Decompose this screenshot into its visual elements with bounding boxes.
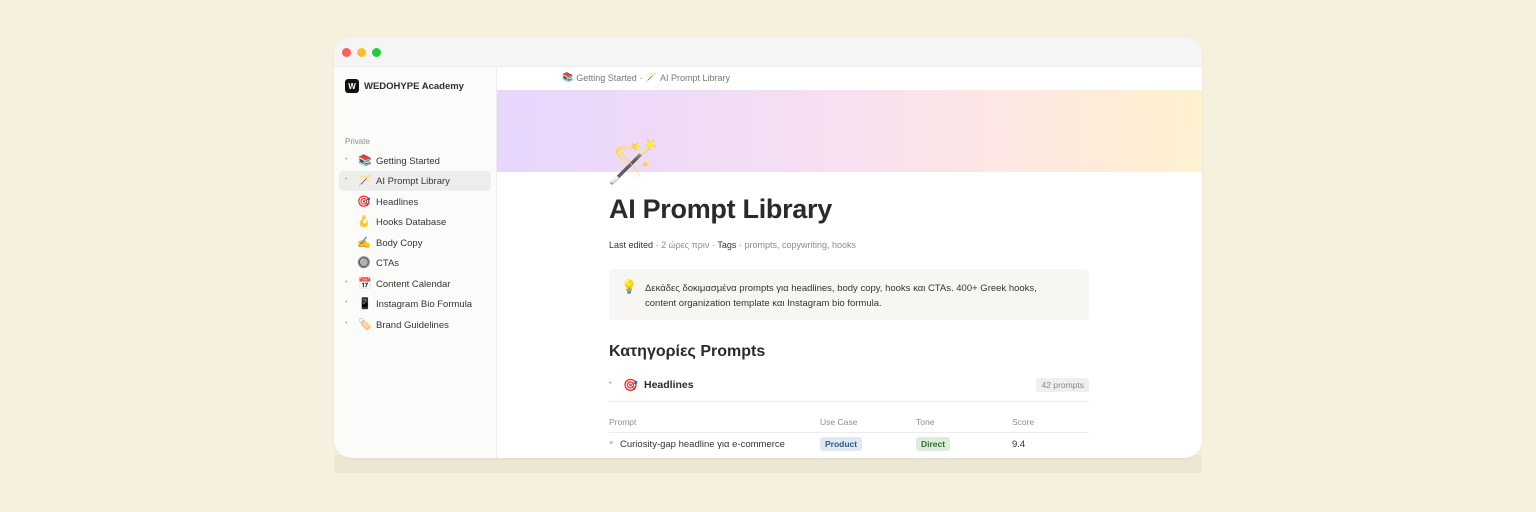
sidebar: W WEDOHYPE Academy Private • 📚 Getting S… [334,67,497,458]
sidebar-item-content-calendar[interactable]: • 📅 Content Calendar [339,274,491,294]
sidebar-item-hooks-database[interactable]: 🪝 Hooks Database [339,212,491,232]
expand-toggle-icon[interactable]: • [345,299,347,306]
sidebar-item-label: AI Prompt Library [376,176,450,187]
books-icon: 📚 [358,155,372,167]
table-row[interactable]: ≡ Curiosity-gap headline για e-commerce … [609,436,1089,456]
sidebar-item-label: Body Copy [376,238,423,249]
sidebar-item-body-copy[interactable]: ✍️ Body Copy [339,233,491,253]
column-header-use-case[interactable]: Use Case [820,417,857,427]
breadcrumb: 📚 Getting Started · 🪄 AI Prompt Library [562,72,730,83]
expand-toggle-icon[interactable]: • [345,320,347,327]
expand-toggle-icon[interactable]: • [345,279,347,286]
sidebar-item-headlines[interactable]: 🎯 Headlines [339,192,491,212]
callout-text[interactable]: Δεκάδες δοκιμασμένα prompts για headline… [645,281,1070,311]
section-heading[interactable]: Κατηγορίες Prompts [609,343,765,361]
prompt-count-badge: 42 prompts [1036,378,1089,392]
target-icon: 🎯 [623,378,638,392]
column-header-tone[interactable]: Tone [916,417,934,427]
sidebar-item-ctas[interactable]: 🔘 CTAs [339,253,491,273]
tags-label: Tags [717,240,737,250]
sidebar-item-getting-started[interactable]: • 📚 Getting Started [339,151,491,171]
breadcrumb-getting-started[interactable]: Getting Started [576,73,637,83]
hook-icon: 🪝 [357,216,371,228]
cell-prompt: Curiosity-gap headline για e-commerce [620,439,785,450]
drag-handle-icon[interactable]: ≡ [609,440,613,447]
books-icon: 📚 [562,72,574,82]
sidebar-item-label: Instagram Bio Formula [376,299,473,310]
expand-toggle-icon[interactable]: • [345,176,347,183]
app-window: W WEDOHYPE Academy Private • 📚 Getting S… [334,38,1202,458]
use-case-tag: Product [820,437,863,451]
sidebar-item-instagram-bio-formula[interactable]: • 📱 Instagram Bio Formula [339,294,491,314]
sidebar-item-brand-guidelines[interactable]: • 🏷️ Brand Guidelines [339,315,491,335]
sidebar-item-label: Getting Started [376,156,440,167]
radio-button-icon: 🔘 [357,257,371,269]
magic-wand-icon: 🪄 [645,72,657,82]
maximize-window-button[interactable] [372,48,381,57]
sidebar-item-label: Hooks Database [376,217,447,228]
sidebar-section-private: Private [345,137,370,146]
workspace-logo-icon: W [345,79,359,93]
magic-wand-icon: 🪄 [358,175,372,187]
writing-hand-icon: ✍️ [357,237,371,249]
close-window-button[interactable] [342,48,351,57]
page-properties: Last edited · 2 ώρες πριν · Tags · promp… [609,240,856,250]
toggle-arrow-icon[interactable]: • [609,380,611,387]
tags-value[interactable]: prompts, copywriting, hooks [744,240,856,250]
label-tag-icon: 🏷️ [358,319,372,331]
tone-tag: Direct [916,437,951,451]
sidebar-item-label: Content Calendar [376,279,451,290]
breadcrumb-ai-prompt-library[interactable]: AI Prompt Library [660,73,730,83]
last-edited-label: Last edited [609,240,654,250]
expand-toggle-icon[interactable]: • [345,156,347,163]
page-cover [497,90,1202,172]
workspace-name: WEDOHYPE Academy [364,80,464,92]
light-bulb-icon: 💡 [621,279,638,294]
page-title[interactable]: AI Prompt Library [609,194,832,225]
cell-score: 9.4 [1012,439,1026,450]
mobile-phone-icon: 📱 [358,298,372,310]
toggle-label: Headlines [644,379,694,391]
title-bar [334,38,1202,67]
column-header-prompt[interactable]: Prompt [609,417,636,427]
calendar-icon: 📅 [358,278,372,290]
toggle-headlines[interactable]: • 🎯 Headlines 42 prompts [609,376,1089,402]
sidebar-item-label: Headlines [376,197,419,208]
callout-block: 💡 Δεκάδες δοκιμασμένα prompts για headli… [609,269,1089,320]
page-content: 📚 Getting Started · 🪄 AI Prompt Library … [497,67,1202,458]
sidebar-item-ai-prompt-library[interactable]: • 🪄 AI Prompt Library [339,171,491,191]
column-header-score[interactable]: Score [1012,417,1034,427]
sidebar-item-label: Brand Guidelines [376,320,449,331]
table-header: Prompt Use Case Tone Score [609,417,1089,433]
last-edited-value: 2 ώρες πριν [661,240,710,250]
target-icon: 🎯 [357,196,371,208]
magic-wand-icon[interactable]: 🪄 [607,137,659,187]
sidebar-item-label: CTAs [376,258,400,269]
minimize-window-button[interactable] [357,48,366,57]
workspace-switcher[interactable]: W WEDOHYPE Academy [345,79,464,93]
breadcrumb-separator: · [639,72,643,83]
